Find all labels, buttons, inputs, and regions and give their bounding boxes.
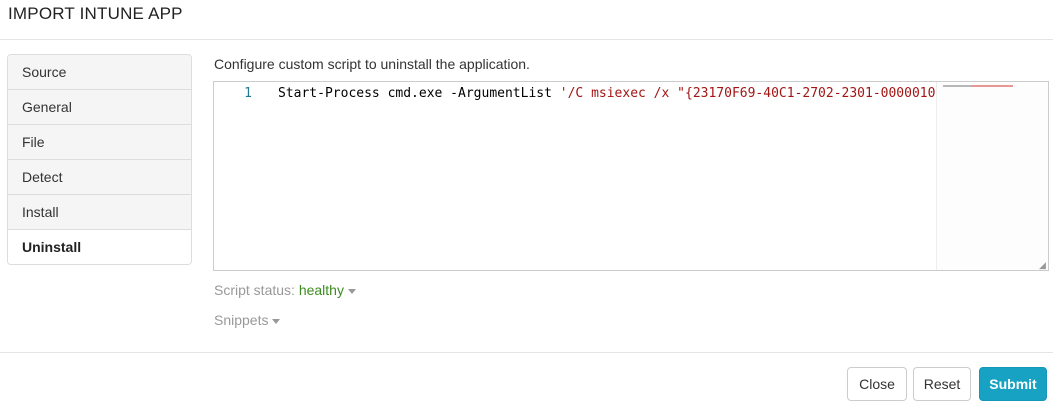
code-text: Start-Process cmd.exe -ArgumentList — [278, 86, 560, 101]
snippets-label: Snippets — [214, 312, 269, 328]
editor-gutter: 1 — [214, 82, 270, 270]
nav-item-detect[interactable]: Detect — [8, 160, 191, 195]
script-status-value: healthy — [298, 282, 344, 298]
footer-divider — [0, 352, 1053, 353]
wizard-nav: Source General File Detect Install Unins… — [7, 54, 192, 265]
nav-item-general[interactable]: General — [8, 90, 191, 125]
nav-item-file[interactable]: File — [8, 125, 191, 160]
close-button[interactable]: Close — [847, 367, 907, 401]
nav-item-install[interactable]: Install — [8, 195, 191, 230]
code-string-literal: '/C msiexec /x "{23170F69-40C1-2702-2301… — [559, 86, 938, 101]
nav-item-uninstall[interactable]: Uninstall — [8, 230, 191, 264]
submit-button[interactable]: Submit — [979, 367, 1047, 401]
editor-minimap[interactable] — [936, 82, 1048, 270]
code-line[interactable]: Start-Process cmd.exe -ArgumentList '/C … — [278, 86, 938, 101]
resize-handle-icon[interactable]: ◢ — [1039, 261, 1047, 270]
caret-down-icon — [272, 318, 281, 324]
script-editor[interactable]: 1 Start-Process cmd.exe -ArgumentList '/… — [213, 81, 1049, 271]
script-status-label: Script status: — [214, 282, 295, 298]
line-number: 1 — [244, 86, 252, 101]
caret-down-icon — [347, 288, 356, 294]
minimap-line — [943, 85, 1013, 87]
reset-button[interactable]: Reset — [913, 367, 971, 401]
script-status[interactable]: Script status: healthy — [214, 282, 356, 298]
dialog-header: IMPORT INTUNE APP — [0, 0, 1053, 40]
dialog-title: IMPORT INTUNE APP — [8, 4, 183, 23]
snippets-toggle[interactable]: Snippets — [214, 312, 281, 328]
nav-item-source[interactable]: Source — [8, 55, 191, 90]
section-description: Configure custom script to uninstall the… — [214, 56, 530, 72]
